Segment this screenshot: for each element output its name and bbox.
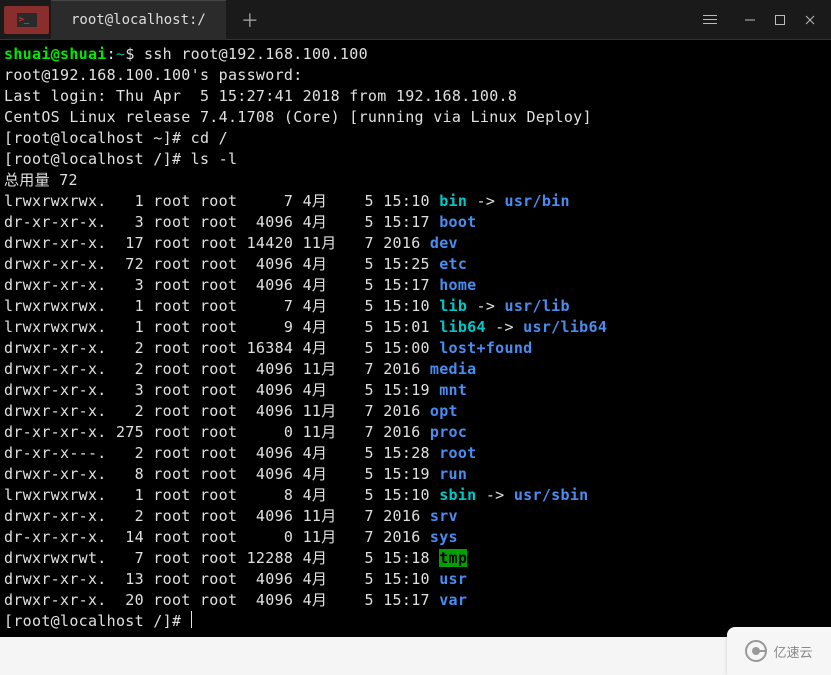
close-button[interactable] [795, 5, 825, 35]
terminal-window: >_ root@localhost:/ ＋ shuai@shuai:~$ ssh… [0, 0, 831, 637]
new-tab-button[interactable]: ＋ [230, 0, 270, 40]
app-icon: >_ [4, 6, 49, 34]
terminal-body[interactable]: shuai@shuai:~$ ssh root@192.168.100.100 … [0, 40, 831, 637]
watermark-text: 亿速云 [773, 642, 812, 661]
maximize-button[interactable] [765, 5, 795, 35]
minimize-button[interactable] [735, 5, 765, 35]
watermark-logo-icon [745, 640, 767, 662]
tab-active[interactable]: root@localhost:/ [51, 0, 226, 40]
titlebar: >_ root@localhost:/ ＋ [0, 0, 831, 40]
tab-title: root@localhost:/ [71, 12, 206, 28]
menu-button[interactable] [695, 5, 725, 35]
watermark: 亿速云 [727, 627, 831, 675]
window-controls [695, 5, 831, 35]
